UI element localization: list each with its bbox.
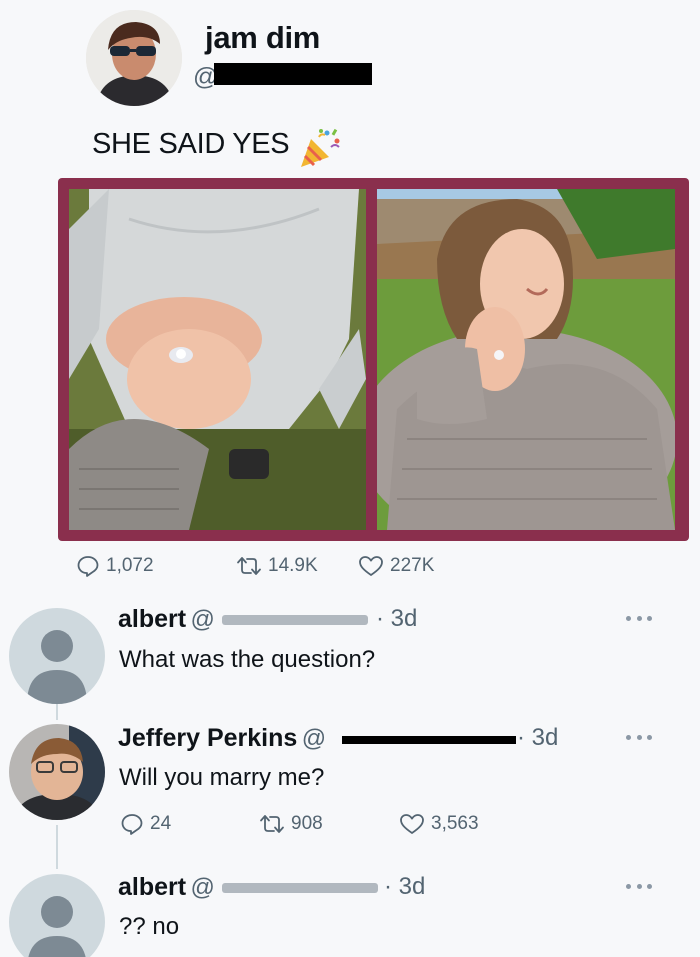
retweet-count: 908 [291,813,323,834]
reply-text: What was the question? [119,646,376,673]
reply-time: · 3d [384,873,426,900]
redaction-bar [342,736,516,744]
retweet-count-button[interactable]: 908 [259,812,323,836]
reply-icon [121,814,143,835]
reply-count-button[interactable]: 1,072 [76,554,154,578]
reply-count-button[interactable]: 24 [120,812,171,836]
reply-header: albert @ [118,873,215,902]
author-avatar[interactable] [86,10,182,106]
party-popper-icon [297,125,343,171]
retweet-icon [260,815,284,833]
more-options-icon[interactable] [626,884,652,892]
reply-time: · 3d [517,724,559,751]
photo-woman-ring[interactable] [377,189,675,530]
author-name[interactable]: jam dim [205,20,320,56]
like-count: 227K [390,555,435,576]
photo-ring-hand[interactable] [69,189,366,530]
reply-author-handle[interactable]: @ [191,606,215,633]
like-count-button[interactable]: 227K [358,554,434,578]
reply-avatar-default[interactable] [9,874,105,957]
retweet-icon [237,557,261,575]
reply-count: 24 [150,813,172,834]
reply-author-handle[interactable]: @ [191,874,215,901]
heart-icon [400,814,424,834]
reply-author-handle[interactable]: @ [302,725,326,752]
thread-line [56,704,58,720]
reply-avatar-jeffery[interactable] [9,724,105,820]
redaction-scribble [222,615,368,625]
redaction-bar [214,63,372,85]
redaction-scribble [222,883,378,893]
reply-author-name[interactable]: albert [118,605,186,633]
reply-text: ?? no [119,913,180,940]
reply-icon [77,556,99,577]
reply-author-name[interactable]: albert [118,873,186,901]
reply-text: Will you marry me? [119,764,325,791]
thread-line [56,825,58,869]
reply-header: Jeffery Perkins @ [118,724,326,753]
heart-icon [359,556,383,576]
retweet-count-button[interactable]: 14.9K [236,554,318,578]
reply-time: · 3d [376,605,418,632]
retweet-count: 14.9K [268,555,318,576]
reply-count: 1,072 [106,555,154,576]
more-options-icon[interactable] [626,735,652,743]
reply-header: albert @ [118,605,215,634]
reply-author-name[interactable]: Jeffery Perkins [118,724,297,752]
like-count: 3,563 [431,813,479,834]
like-count-button[interactable]: 3,563 [399,812,479,836]
reply-avatar-default[interactable] [9,608,105,704]
more-options-icon[interactable] [626,616,652,624]
tweet-text: SHE SAID YES [92,128,290,160]
